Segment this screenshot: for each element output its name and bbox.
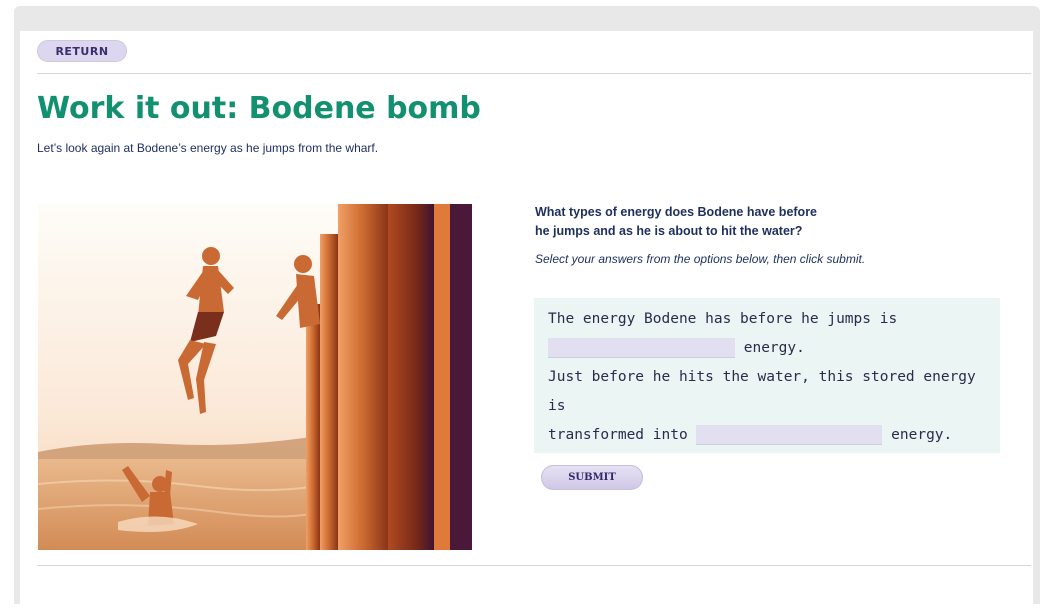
instruction-text: Select your answers from the options bel… (535, 252, 866, 266)
energy-word-1: energy. (743, 340, 805, 356)
answer-line-3: Just before he hits the water, this stor… (548, 369, 976, 414)
question-line-1: What types of energy does Bodene have be… (535, 205, 818, 219)
answer-box: The energy Bodene has before he jumps is… (534, 298, 1000, 453)
question-line-2: he jumps and as he is about to hit the w… (535, 224, 803, 238)
energy-word-2: energy. (891, 427, 953, 443)
answer-line-4: transformed into energy. (548, 421, 1000, 450)
return-button[interactable]: RETURN (37, 40, 127, 62)
energy-blank-1[interactable] (548, 338, 735, 358)
page-subtitle: Let’s look again at Bodene’s energy as h… (37, 141, 379, 155)
bottom-divider (37, 565, 1031, 566)
question-text: What types of energy does Bodene have be… (535, 203, 875, 241)
submit-button[interactable]: SUBMIT (541, 465, 643, 490)
top-divider (37, 73, 1031, 74)
answer-line-1: The energy Bodene has before he jumps is (548, 311, 898, 327)
content-panel: RETURN Work it out: Bodene bomb Let’s lo… (20, 31, 1033, 605)
jumping-photo (38, 204, 472, 550)
energy-blank-2[interactable] (696, 425, 883, 445)
answer-line-2: energy. (548, 334, 1000, 363)
page-title: Work it out: Bodene bomb (37, 91, 481, 126)
transformed-into-text: transformed into (548, 427, 688, 443)
